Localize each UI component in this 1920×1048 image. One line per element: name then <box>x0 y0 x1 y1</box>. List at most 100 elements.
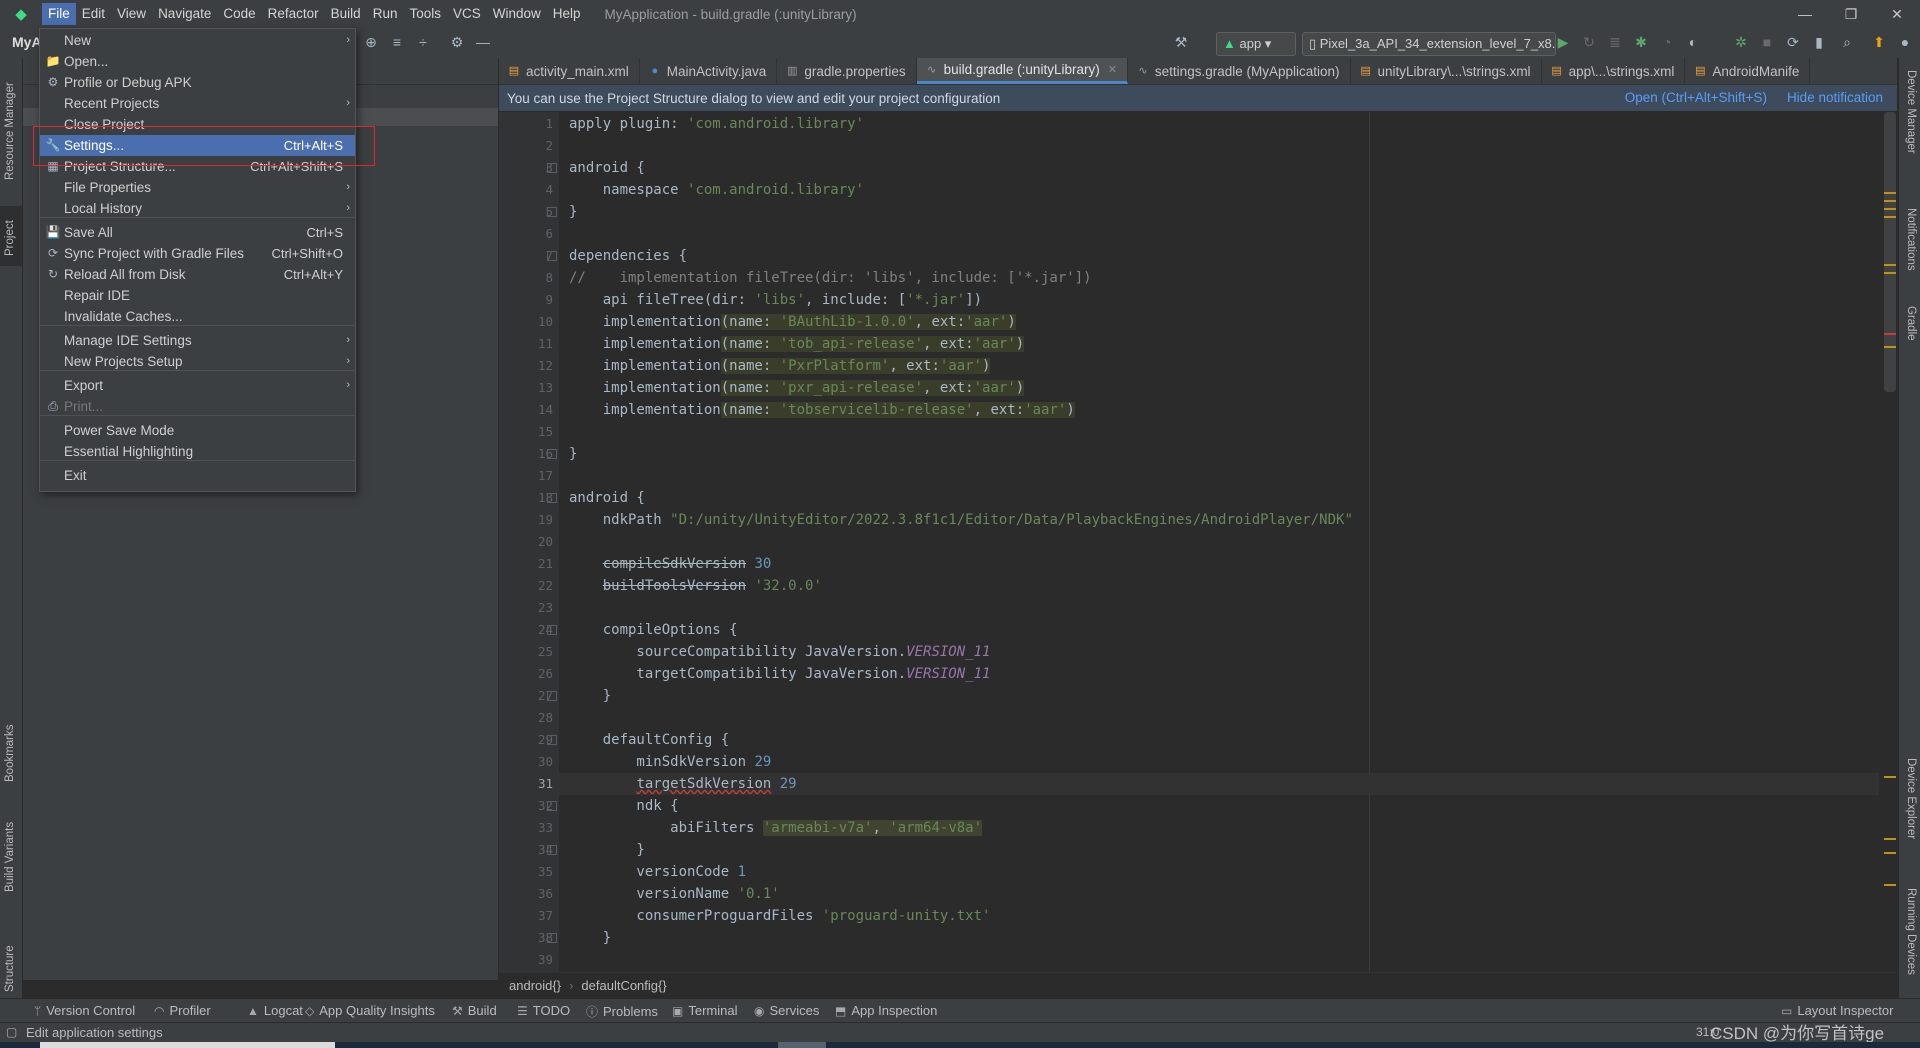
file-menu-item-sync-project-with-gradle-files[interactable]: ⟳ Sync Project with Gradle Files Ctrl+Shif… <box>40 243 355 264</box>
warning-marker[interactable] <box>1884 852 1896 854</box>
file-menu-item-essential-highlighting[interactable]: Essential Highlighting <box>40 441 355 462</box>
warning-marker[interactable] <box>1884 264 1896 266</box>
code-line[interactable]: } <box>569 839 644 861</box>
stop-icon[interactable]: ■ <box>1758 33 1776 51</box>
code-line[interactable]: android { <box>569 157 645 179</box>
project-name[interactable]: MyA <box>12 34 42 50</box>
menu-view[interactable]: View <box>111 3 152 25</box>
tool-layout-inspector[interactable]: ▭ Layout Inspector <box>1781 1003 1893 1018</box>
code-line[interactable]: implementation(name: 'tobservicelib-rele… <box>569 399 1075 421</box>
profile-icon[interactable]: ◔ <box>1658 33 1676 51</box>
hide-notification-link[interactable]: Hide notification <box>1787 90 1883 105</box>
collapse-all-icon[interactable]: ÷ <box>414 33 432 51</box>
warning-marker[interactable] <box>1884 884 1896 886</box>
tool-build-variants[interactable]: Build Variants <box>0 798 22 898</box>
menu-vcs[interactable]: VCS <box>447 3 487 25</box>
code-line[interactable]: targetSdkVersion 29 <box>559 773 1879 795</box>
code-line[interactable]: namespace 'com.android.library' <box>569 179 864 201</box>
breadcrumb-android[interactable]: android{} <box>509 978 561 993</box>
file-menu-item-local-history[interactable]: Local History › <box>40 198 355 219</box>
file-menu-item-power-save-mode[interactable]: Power Save Mode <box>40 420 355 441</box>
hide-panel-icon[interactable]: — <box>474 33 492 51</box>
device-select[interactable]: ▯ Pixel_3a_API_34_extension_level_7_x8..… <box>1302 32 1556 56</box>
tool-profiler[interactable]: ◠ Profiler <box>154 1003 211 1018</box>
file-menu-item-manage-ide-settings[interactable]: Manage IDE Settings › <box>40 330 355 351</box>
menu-navigate[interactable]: Navigate <box>152 3 217 25</box>
tool-logcat[interactable]: ▲ Logcat <box>247 1003 303 1018</box>
menu-file[interactable]: File <box>42 3 76 25</box>
status-toggle-icon[interactable]: ▢ <box>6 1025 17 1039</box>
update-icon[interactable]: ⬆ <box>1870 33 1888 51</box>
tool-device-manager[interactable]: Device Manager <box>1905 70 1917 154</box>
tab-android-manifest[interactable]: ▤ AndroidManife <box>1685 58 1811 84</box>
code-line[interactable]: defaultConfig { <box>569 729 729 751</box>
code-line[interactable]: api fileTree(dir: 'libs', include: ['*.j… <box>569 289 982 311</box>
tab-unitylibrary-strings-xml[interactable]: ▤ unityLibrary\...\strings.xml <box>1351 58 1542 84</box>
close-tab-icon[interactable]: ✕ <box>1108 63 1117 76</box>
code-line[interactable]: ndkPath "D:/unity/UnityEditor/2022.3.8f1… <box>569 509 1353 531</box>
code-line[interactable]: apply plugin: 'com.android.library' <box>569 113 864 135</box>
code-line[interactable]: android { <box>569 487 645 509</box>
tool-build[interactable]: ⚒ Build <box>452 1003 497 1018</box>
tool-project[interactable]: Project <box>0 206 22 266</box>
tab-settings-gradle[interactable]: ∿ settings.gradle (MyApplication) <box>1128 58 1351 84</box>
warning-marker[interactable] <box>1884 200 1896 202</box>
device-manager-icon[interactable]: ▮ <box>1810 33 1828 51</box>
code-line[interactable]: implementation(name: 'PxrPlatform', ext:… <box>569 355 991 377</box>
fold-marker-icon[interactable] <box>547 735 557 745</box>
code-line[interactable]: buildToolsVersion '32.0.0' <box>569 575 822 597</box>
file-menu-item-new-projects-setup[interactable]: New Projects Setup › <box>40 351 355 372</box>
code-line[interactable]: compileSdkVersion 30 <box>569 553 772 575</box>
code-line[interactable]: versionCode 1 <box>569 861 746 883</box>
warning-marker[interactable] <box>1884 346 1896 348</box>
menu-window[interactable]: Window <box>487 3 547 25</box>
tool-notifications[interactable]: Notifications <box>1905 208 1917 271</box>
code-line[interactable]: implementation(name: 'tob_api-release', … <box>569 333 1025 355</box>
file-menu-item-save-all[interactable]: 💾 Save All Ctrl+S <box>40 222 355 243</box>
fold-marker-icon[interactable] <box>547 933 557 943</box>
menu-code[interactable]: Code <box>217 3 261 25</box>
apply-changes-icon[interactable]: ≣ <box>1606 33 1624 51</box>
code-line[interactable]: dependencies { <box>569 245 687 267</box>
code-line[interactable]: versionName '0.1' <box>569 883 779 905</box>
code-line[interactable]: targetCompatibility JavaVersion.VERSION_… <box>569 663 990 685</box>
close-window-button[interactable]: ✕ <box>1874 0 1920 28</box>
sync-gradle-icon[interactable]: ⟳ <box>1784 33 1802 51</box>
menu-help[interactable]: Help <box>547 3 587 25</box>
fold-marker-icon[interactable] <box>547 493 557 503</box>
tool-version-control[interactable]: ᛘ Version Control <box>34 1003 135 1018</box>
code-line[interactable]: minSdkVersion 29 <box>569 751 771 773</box>
breadcrumb-defaultconfig[interactable]: defaultConfig{} <box>581 978 666 993</box>
tool-structure[interactable]: Structure <box>0 918 22 998</box>
menu-edit[interactable]: Edit <box>76 3 111 25</box>
code-line[interactable]: implementation(name: 'pxr_api-release', … <box>569 377 1025 399</box>
menu-refactor[interactable]: Refactor <box>262 3 325 25</box>
restore-button[interactable]: ❐ <box>1828 0 1874 28</box>
minimize-button[interactable]: — <box>1782 0 1828 28</box>
tool-todo[interactable]: ☰ TODO <box>517 1003 570 1018</box>
file-menu-item-recent-projects[interactable]: Recent Projects › <box>40 93 355 114</box>
code-line[interactable]: } <box>569 685 611 707</box>
file-menu-item-reload-all-from-disk[interactable]: ↻ Reload All from Disk Ctrl+Alt+Y <box>40 264 355 285</box>
warning-marker[interactable] <box>1884 216 1896 218</box>
menu-build[interactable]: Build <box>325 3 367 25</box>
fold-marker-icon[interactable] <box>547 845 557 855</box>
tab-build-gradle-unitylibrary[interactable]: ∿ build.gradle (:unityLibrary) ✕ <box>916 58 1128 84</box>
expand-all-icon[interactable]: ≡ <box>388 33 406 51</box>
warning-marker[interactable] <box>1884 776 1896 778</box>
tool-services[interactable]: ◉ Services <box>754 1003 819 1018</box>
warning-marker[interactable] <box>1884 208 1896 210</box>
tool-device-explorer[interactable]: Device Explorer <box>1905 758 1917 839</box>
file-menu-item-invalidate-caches[interactable]: Invalidate Caches... <box>40 306 355 327</box>
tool-terminal[interactable]: ▣ Terminal <box>672 1003 737 1018</box>
tool-running-devices[interactable]: Running Devices <box>1905 888 1917 975</box>
fold-marker-icon[interactable] <box>547 801 557 811</box>
file-menu-item-export[interactable]: Export › <box>40 375 355 396</box>
account-icon[interactable]: ● <box>1896 33 1914 51</box>
gear-icon[interactable]: ⚙ <box>448 33 466 51</box>
editor-scrollbar[interactable] <box>1884 112 1896 392</box>
tab-gradle-properties[interactable]: ▥ gradle.properties <box>777 58 917 84</box>
tool-app-inspection[interactable]: ⬒ App Inspection <box>835 1003 937 1018</box>
rerun-icon[interactable]: ↻ <box>1580 33 1598 51</box>
error-marker[interactable] <box>1884 333 1896 335</box>
